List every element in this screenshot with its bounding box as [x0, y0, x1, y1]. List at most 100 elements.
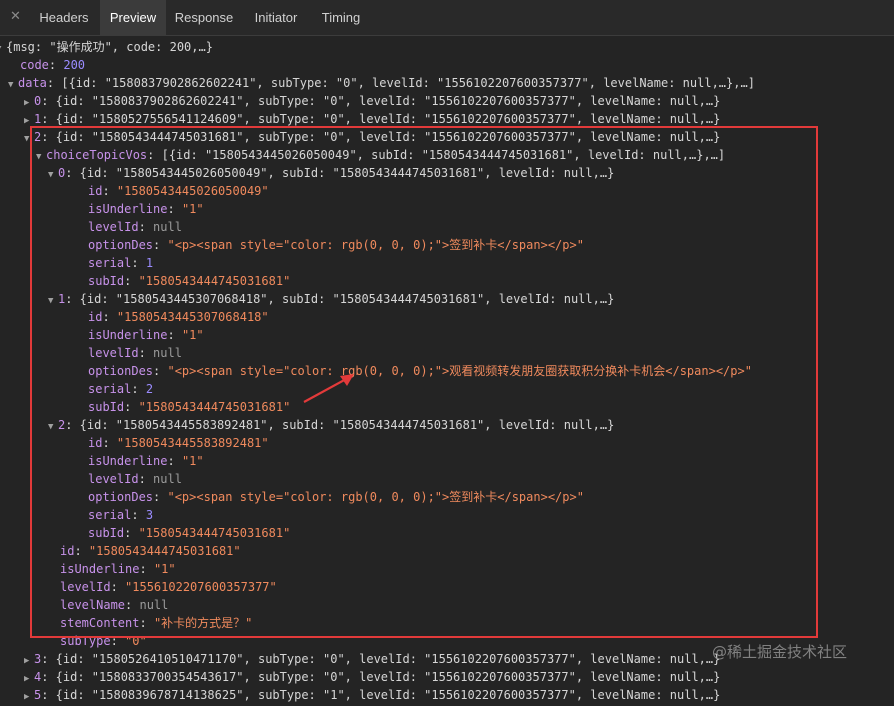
- tree-row[interactable]: ▼ data: [{id: "1580837902862602241", subT…: [8, 74, 755, 92]
- json-punctuation: :: [102, 310, 117, 324]
- json-punctuation: :: [138, 220, 154, 234]
- json-key: serial: [88, 508, 132, 522]
- expanded-triangle-icon[interactable]: ▼: [36, 148, 46, 166]
- json-key: subType: [60, 634, 111, 648]
- json-string-value: "1580543445583892481": [116, 436, 269, 450]
- tab-timing[interactable]: Timing: [310, 0, 372, 36]
- json-punctuation: : {id: "1580543445307068418", subId: "15…: [65, 292, 615, 306]
- tab-response[interactable]: Response: [166, 0, 242, 36]
- json-key: isUnderline: [88, 454, 168, 468]
- json-punctuation: :: [124, 274, 139, 288]
- json-punctuation: :: [131, 382, 146, 396]
- json-null-value: null: [153, 346, 182, 360]
- json-punctuation: :: [102, 436, 117, 450]
- json-key: optionDes: [88, 364, 154, 378]
- expanded-triangle-icon[interactable]: ▼: [24, 130, 34, 148]
- json-punctuation: :: [153, 364, 168, 378]
- tree-row: serial: 2: [88, 380, 153, 398]
- tree-row: levelName: null: [60, 596, 168, 614]
- json-null-value: null: [139, 598, 169, 612]
- tree-row[interactable]: ▼ 0: {id: "1580543445026050049", subId: "…: [48, 164, 614, 182]
- tree-row: levelId: null: [88, 218, 182, 236]
- expanded-triangle-icon[interactable]: ▼: [8, 76, 18, 94]
- tree-row[interactable]: ▶ 3: {id: "1580526410510471170", subType:…: [24, 650, 720, 668]
- tab-initiator[interactable]: Initiator: [242, 0, 310, 36]
- tab-preview[interactable]: Preview: [100, 0, 166, 36]
- json-punctuation: :: [167, 202, 182, 216]
- tree-row: id: "1580543445026050049": [88, 182, 269, 200]
- json-string-value: "1580543444745031681": [138, 400, 291, 414]
- json-punctuation: : {id: "1580543445026050049", subId: "15…: [65, 166, 615, 180]
- devtools-tab-bar: ✕ Headers Preview Response Initiator Tim…: [0, 0, 894, 36]
- json-number-value: 200: [63, 58, 86, 72]
- tree-row: isUnderline: "1": [88, 200, 204, 218]
- tree-row[interactable]: ▼ 2: {id: "1580543445583892481", subId: "…: [48, 416, 614, 434]
- json-string-value: "1": [181, 328, 204, 342]
- json-string-value: "<p><span style="color: rgb(0, 0, 0);">签…: [167, 490, 584, 504]
- json-punctuation: :: [102, 184, 117, 198]
- expanded-triangle-icon[interactable]: ▼: [48, 292, 58, 310]
- tree-row[interactable]: ▼ choiceTopicVos: [{id: "1580543445026050…: [36, 146, 725, 164]
- json-punctuation: :: [74, 544, 89, 558]
- json-key: levelName: [60, 598, 126, 612]
- json-string-value: "<p><span style="color: rgb(0, 0, 0);">观…: [167, 364, 752, 378]
- json-number-value: 1: [145, 256, 154, 270]
- json-punctuation: :: [138, 472, 154, 486]
- tree-row: stemContent: "补卡的方式是？": [60, 614, 252, 632]
- json-punctuation: : [{id: "1580543445026050049", subId: "1…: [147, 148, 726, 162]
- collapsed-triangle-icon[interactable]: ▶: [24, 688, 34, 706]
- tree-row[interactable]: ▼{msg: "操作成功", code: 200,…}: [0, 38, 213, 56]
- expanded-triangle-icon[interactable]: ▼: [48, 166, 58, 184]
- json-string-value: "1580543445026050049": [116, 184, 269, 198]
- json-null-value: null: [153, 472, 182, 486]
- tree-row[interactable]: ▶ 4: {id: "1580833700354543617", subType:…: [24, 668, 720, 686]
- json-key: id: [88, 436, 103, 450]
- json-key: levelId: [88, 346, 139, 360]
- json-string-value: "1556102207600357377": [125, 580, 277, 594]
- tree-row: levelId: null: [88, 344, 182, 362]
- json-punctuation: :: [48, 58, 64, 72]
- tree-row[interactable]: ▶ 5: {id: "1580839678714138625", subType:…: [24, 686, 720, 704]
- tree-row: id: "1580543445583892481": [88, 434, 269, 452]
- json-punctuation: :: [139, 616, 154, 630]
- expanded-triangle-icon[interactable]: ▼: [48, 418, 58, 436]
- tree-row: serial: 3: [88, 506, 153, 524]
- json-string-value: "1580543445307068418": [116, 310, 269, 324]
- json-key: choiceTopicVos: [46, 148, 148, 162]
- json-key: 5: [34, 688, 42, 702]
- tree-row: subId: "1580543444745031681": [88, 272, 290, 290]
- tree-row: serial: 1: [88, 254, 153, 272]
- json-punctuation: : {id: "1580527556541124609", subType: "…: [41, 112, 721, 126]
- json-punctuation: : {id: "1580526410510471170", subType: "…: [41, 652, 721, 666]
- json-punctuation: :: [125, 598, 140, 612]
- tree-row[interactable]: ▶ 1: {id: "1580527556541124609", subType:…: [24, 110, 720, 128]
- json-punctuation: : {id: "1580837902862602241", subType: "…: [41, 94, 721, 108]
- json-punctuation: :: [138, 346, 154, 360]
- tree-row[interactable]: ▶ 0: {id: "1580837902862602241", subType:…: [24, 92, 720, 110]
- json-key: id: [88, 184, 103, 198]
- json-punctuation: : {id: "1580839678714138625", subType: "…: [41, 688, 721, 702]
- json-string-value: "<p><span style="color: rgb(0, 0, 0);">签…: [167, 238, 584, 252]
- json-string-value: "1": [181, 454, 204, 468]
- tree-row: id: "1580543445307068418": [88, 308, 269, 326]
- tree-row: optionDes: "<p><span style="color: rgb(0…: [88, 236, 584, 254]
- json-key: subId: [88, 526, 125, 540]
- json-punctuation: :: [153, 238, 168, 252]
- json-punctuation: :: [110, 580, 126, 594]
- tab-headers[interactable]: Headers: [28, 0, 100, 36]
- json-key: optionDes: [88, 238, 154, 252]
- json-key: levelId: [88, 220, 139, 234]
- json-key: isUnderline: [88, 202, 168, 216]
- tree-row: isUnderline: "1": [88, 326, 204, 344]
- json-punctuation: :: [131, 256, 146, 270]
- json-string-value: "1580543444745031681": [138, 526, 291, 540]
- json-key: id: [88, 310, 103, 324]
- tree-row: id: "1580543444745031681": [60, 542, 241, 560]
- tree-row[interactable]: ▼ 2: {id: "1580543444745031681", subType:…: [24, 128, 720, 146]
- json-punctuation: : {id: "1580543444745031681", subType: "…: [41, 130, 721, 144]
- tree-row: isUnderline: "1": [88, 452, 204, 470]
- json-key: serial: [88, 382, 132, 396]
- tree-row[interactable]: ▼ 1: {id: "1580543445307068418", subId: "…: [48, 290, 614, 308]
- json-key: optionDes: [88, 490, 154, 504]
- close-panel-icon[interactable]: ✕: [10, 9, 21, 24]
